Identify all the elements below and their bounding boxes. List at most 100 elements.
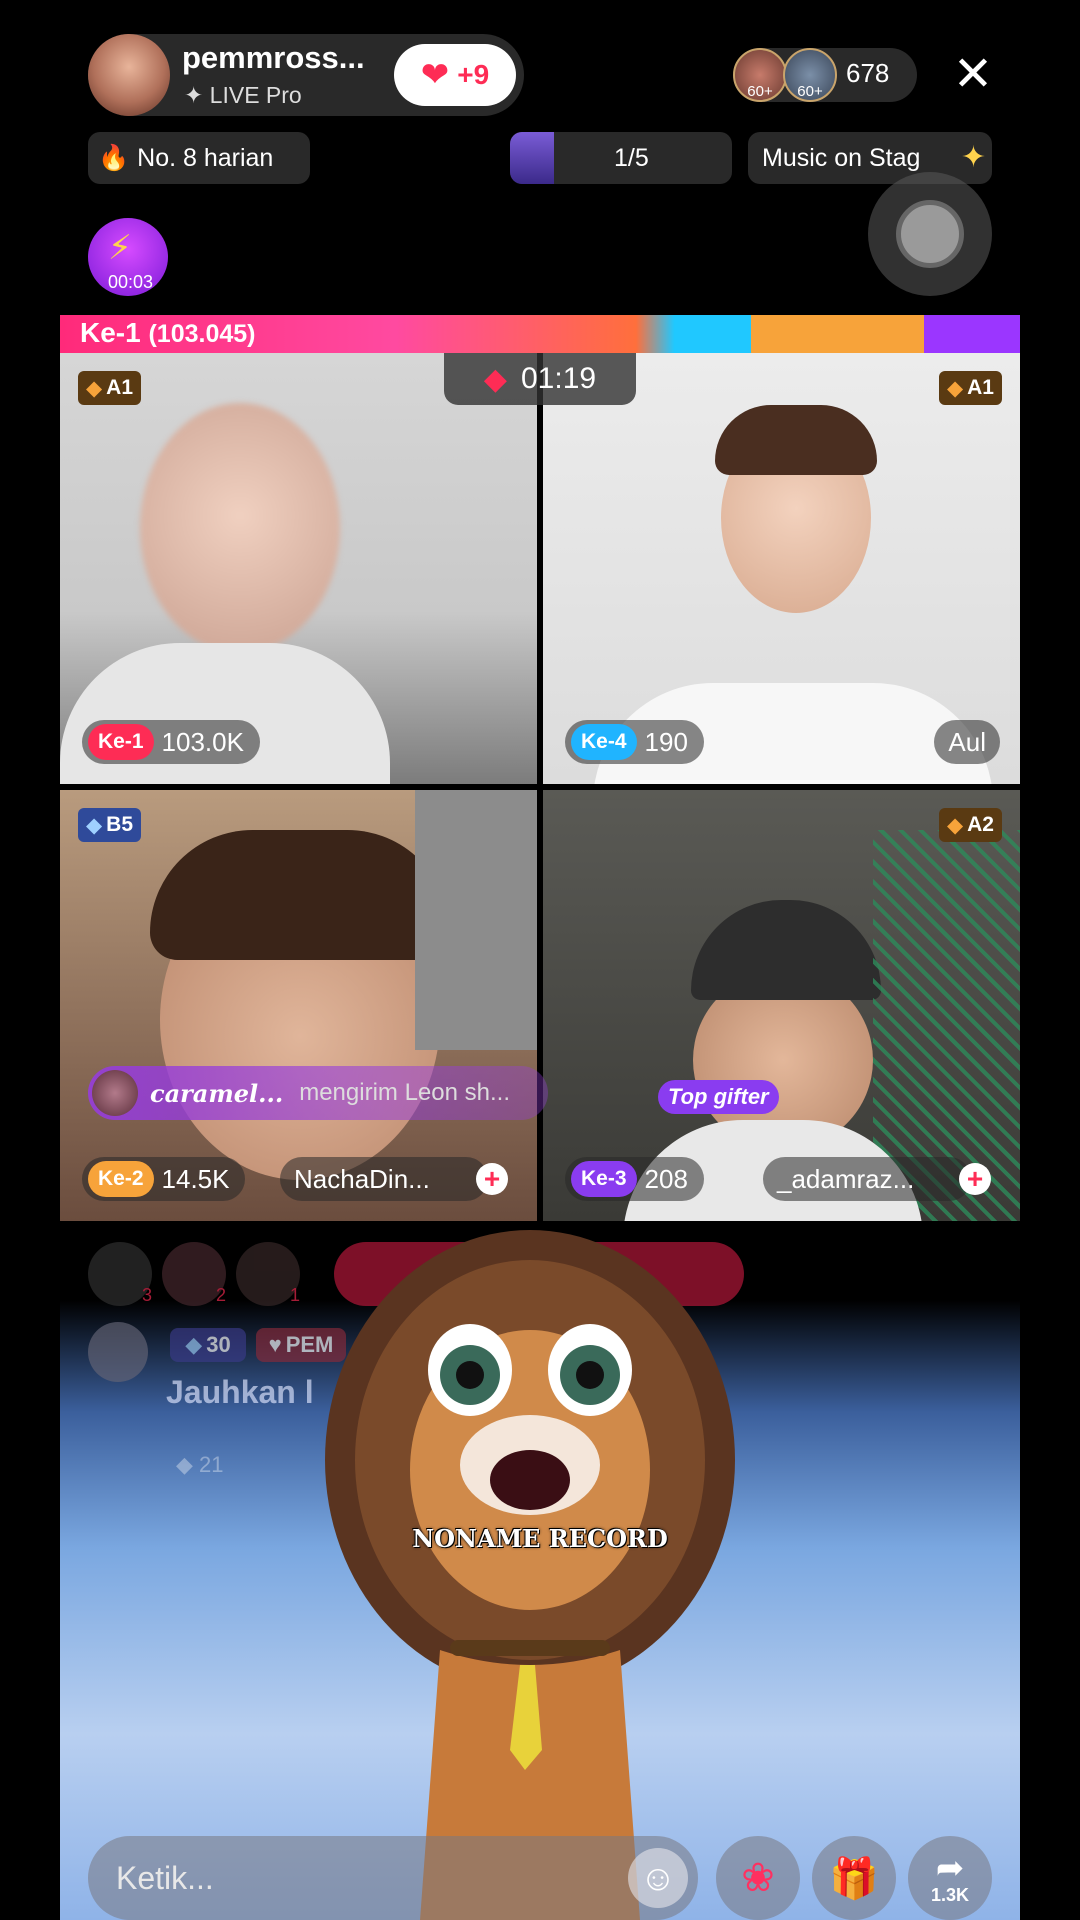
- star-icon: ✦: [960, 141, 986, 174]
- rank-badge-text-4: A2: [967, 813, 994, 836]
- chat-avatar[interactable]: [88, 1322, 148, 1382]
- lightning-timer-badge[interactable]: ⚡ 00:03: [88, 218, 168, 296]
- comment-input[interactable]: Ketik...: [88, 1836, 698, 1920]
- sparkle-icon: ✦: [184, 82, 204, 108]
- chat-message: Jauhkan l: [166, 1374, 314, 1410]
- ke-tag-2: Ke-2: [88, 1161, 154, 1197]
- ke-tag-1: Ke-1: [88, 724, 154, 760]
- chat-level-badge-2: ◆ 21: [176, 1452, 224, 1478]
- host-info[interactable]: pemmross... ✦ LIVE Pro ❤ +9: [88, 34, 524, 116]
- add-participant-4-button[interactable]: +: [959, 1163, 991, 1195]
- diamond-icon: ◆: [185, 1332, 203, 1357]
- lightning-icon: ⚡: [108, 229, 132, 267]
- participant-name-2[interactable]: Aul: [934, 720, 1000, 764]
- page-indicator-chip[interactable]: 1/5: [510, 132, 732, 184]
- diamond-icon: ◆: [946, 376, 964, 400]
- host-avatar[interactable]: [88, 34, 170, 116]
- diamond-icon: ◆: [176, 1452, 193, 1477]
- timer-badge-text: 00:03: [108, 272, 154, 292]
- rose-icon: ❀: [741, 1856, 775, 1900]
- follow-count: +9: [457, 59, 490, 90]
- rank-badge-4[interactable]: ◆ A2: [938, 808, 1002, 842]
- gift-button[interactable]: 🎁: [812, 1836, 896, 1920]
- watermark-text: NONAME RECORD: [412, 1524, 668, 1553]
- share-count: 1.3K: [930, 1884, 970, 1905]
- live-pro-text: LIVE Pro: [209, 82, 302, 108]
- participant-cell-2[interactable]: ◆ A1 Ke-4 190 Aul: [543, 353, 1020, 784]
- score-value-3: 14.5K: [161, 1163, 230, 1194]
- floating-assistive-button[interactable]: [868, 172, 992, 296]
- rank-badge-text-2: A1: [967, 376, 994, 399]
- viewer-count[interactable]: 678: [846, 58, 889, 89]
- battle-leader-label: Ke-1 (103.045): [80, 317, 256, 349]
- rank-badge-3[interactable]: ◆ B5: [78, 808, 142, 842]
- score-value-2: 190: [644, 726, 688, 757]
- score-pill-2[interactable]: Ke-4 190: [565, 720, 704, 764]
- participant-name-3[interactable]: NachaDin...: [280, 1157, 488, 1201]
- battle-leader-score: (103.045): [148, 320, 256, 348]
- fire-icon: 🔥: [98, 143, 130, 172]
- chat-level-badge: ◆ 30: [170, 1328, 246, 1362]
- rose-gift-button[interactable]: ❀: [716, 1836, 800, 1920]
- viewer-avatar-1[interactable]: 60+: [733, 48, 787, 102]
- participant-name-4[interactable]: _adamraz...: [763, 1157, 971, 1201]
- castle-icon: [510, 132, 554, 184]
- top-gifter-badge: Top gifter: [658, 1080, 779, 1114]
- page-indicator-text: 1/5: [614, 143, 649, 172]
- viewer-badge-2: 60+: [797, 83, 823, 100]
- ranking-avatars[interactable]: 3 2 1: [88, 1242, 318, 1306]
- diamond-icon: ◆: [86, 813, 103, 837]
- battle-leader-rank: Ke-1: [80, 317, 141, 348]
- battle-icon: ◆: [483, 362, 507, 396]
- share-button[interactable]: ➦ 1.3K: [908, 1836, 992, 1920]
- live-pro-label: ✦ LIVE Pro: [184, 82, 302, 109]
- rank-badge-1[interactable]: ◆ A1: [78, 371, 142, 405]
- participant-hair-2: [715, 405, 877, 475]
- emoji-icon[interactable]: ☺: [628, 1848, 688, 1908]
- bottom-action-bar: Ketik... ☺ ❀ 🎁 ➦ 1.3K: [88, 1836, 992, 1920]
- heart-icon: ♥: [268, 1332, 282, 1357]
- participant-cell-4[interactable]: ◆ A2 Ke-3 208 _adamraz... +: [543, 790, 1020, 1221]
- daily-rank-text: No. 8 harian: [137, 143, 274, 172]
- ke-tag-3: Ke-3: [571, 1161, 637, 1197]
- music-on-stage-chip[interactable]: Music on Stag ✦: [748, 132, 992, 184]
- chat-level-text: 30: [206, 1332, 231, 1357]
- gift-notification: caramel... mengirim Leon sh...: [88, 1066, 548, 1120]
- battle-timer-text: 01:19: [521, 362, 597, 395]
- participant-cap-4: [691, 900, 881, 1000]
- rank-badge-text-3: B5: [106, 813, 134, 836]
- diamond-icon: ◆: [946, 813, 964, 837]
- participant-cell-1[interactable]: ◆ A1 Ke-1 103.0K: [60, 353, 537, 784]
- share-arrow-icon: ➦: [935, 1848, 965, 1887]
- viewer-avatar-2[interactable]: 60+: [783, 48, 837, 102]
- follow-button[interactable]: ❤ +9: [394, 44, 516, 106]
- rank-badge-2[interactable]: ◆ A1: [938, 371, 1002, 405]
- ranking-avatar-3[interactable]: 3: [88, 1242, 152, 1306]
- ke-tag-4: Ke-4: [571, 724, 637, 760]
- battle-timer: ◆ 01:19: [444, 353, 636, 405]
- ranking-avatar-2[interactable]: 2: [162, 1242, 226, 1306]
- battle-score-bar: Ke-1 (103.045): [60, 315, 1020, 353]
- music-on-stage-text: Music on Stag: [762, 143, 921, 172]
- score-value-1: 103.0K: [161, 726, 244, 757]
- viewer-list[interactable]: 60+ 60+ 678: [733, 48, 917, 102]
- participant-video-1: [140, 403, 340, 653]
- lion-cat-gift-animation: [325, 1230, 735, 1920]
- participant-cell-3[interactable]: ◆ B5 Ke-2 14.5K NachaDin... +: [60, 790, 537, 1221]
- rank-badge-text-1: A1: [106, 376, 134, 399]
- gifter-avatar: [92, 1070, 138, 1116]
- score-pill-4[interactable]: Ke-3 208: [565, 1157, 704, 1201]
- score-pill-1[interactable]: Ke-1 103.0K: [82, 720, 260, 764]
- floating-button-core: [896, 200, 964, 268]
- participant-hair-3: [150, 830, 450, 960]
- ranking-avatar-1[interactable]: 1: [236, 1242, 300, 1306]
- heart-icon: ❤: [420, 56, 450, 94]
- add-participant-3-button[interactable]: +: [476, 1163, 508, 1195]
- diamond-icon: ◆: [86, 376, 103, 400]
- daily-rank-chip[interactable]: 🔥 No. 8 harian: [88, 132, 310, 184]
- score-pill-3[interactable]: Ke-2 14.5K: [82, 1157, 246, 1201]
- close-icon[interactable]: ✕: [948, 50, 998, 100]
- host-name[interactable]: pemmross...: [182, 40, 365, 76]
- viewer-badge-1: 60+: [747, 83, 773, 100]
- gifter-name: caramel...: [150, 1078, 284, 1108]
